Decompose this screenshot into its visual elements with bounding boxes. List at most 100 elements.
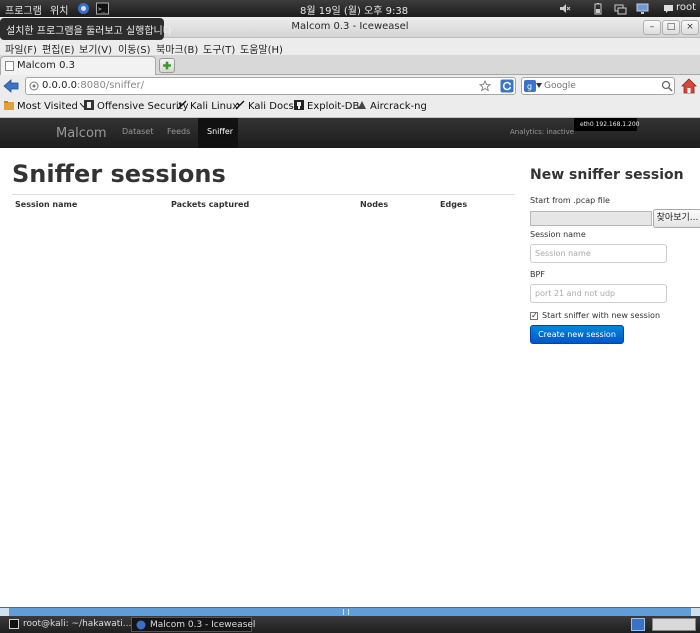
bookmark-label: Exploit-DB	[307, 101, 360, 112]
google-engine-icon[interactable]: g	[524, 80, 536, 92]
session-name-label: Session name	[530, 230, 586, 239]
column-edges[interactable]: Edges	[437, 195, 515, 209]
bookmark-kali-linux[interactable]: Kali Linux	[177, 100, 238, 112]
menu-view[interactable]: 보기(V)	[79, 41, 112, 56]
nav-dataset[interactable]: Dataset	[122, 127, 153, 136]
start-sniffer-checkbox[interactable]: ✓	[530, 312, 538, 320]
pcap-label: Start from .pcap file	[530, 196, 610, 205]
url-host: 0.0.0.0	[42, 80, 77, 91]
brand-link[interactable]: Malcom	[56, 126, 107, 141]
menu-go[interactable]: 이동(S)	[118, 41, 151, 56]
iceweasel-launcher-icon[interactable]	[77, 2, 90, 15]
terminal-launcher-icon[interactable]: >_	[96, 2, 109, 15]
browse-button[interactable]: 찾아보기...	[653, 209, 700, 228]
task-terminal[interactable]: root@kali: ~/hakawati...	[5, 617, 132, 632]
site-identity-icon[interactable]	[29, 81, 39, 91]
folder-icon	[4, 101, 14, 110]
session-name-input[interactable]	[530, 244, 667, 263]
search-icon[interactable]	[661, 80, 673, 92]
terminal-icon	[9, 619, 19, 629]
bookmarks-toolbar: Most Visited Offensive Security Kali Lin…	[0, 97, 700, 118]
new-session-title: New sniffer session	[530, 167, 684, 183]
tray-app-icon[interactable]	[631, 618, 645, 631]
home-icon[interactable]	[681, 78, 697, 94]
task-terminal-label: root@kali: ~/hakawati...	[23, 619, 132, 629]
network-icon[interactable]	[614, 2, 627, 15]
gnome-top-panel: 프로그램 위치 >_ 8월 19일 (월) 오후 9:38 root	[0, 0, 700, 17]
bpf-label: BPF	[530, 270, 545, 279]
bookmark-label: Kali Docs	[248, 101, 294, 112]
bottom-taskbar: root@kali: ~/hakawati... Malcom 0.3 - Ic…	[0, 616, 700, 633]
analytics-status: Analytics: inactive	[510, 128, 575, 136]
search-input[interactable]	[544, 79, 662, 93]
app-navbar: Malcom Dataset Feeds Sniffer Analytics: …	[0, 118, 700, 148]
task-browser[interactable]: Malcom 0.3 - Iceweasel	[131, 617, 256, 632]
url-path: :8080/sniffer/	[77, 80, 145, 91]
bookmark-label: Most Visited	[17, 101, 78, 112]
menu-help[interactable]: 도움말(H)	[240, 41, 283, 56]
iceweasel-icon	[136, 620, 146, 630]
tab-strip: Malcom 0.3	[0, 55, 700, 75]
horizontal-scrollbar[interactable]	[0, 607, 700, 616]
bpf-input[interactable]	[530, 284, 667, 303]
tab-malcom[interactable]: Malcom 0.3	[0, 56, 156, 75]
scroll-right-arrow-icon[interactable]	[691, 608, 700, 616]
engine-dropdown-icon[interactable]	[536, 83, 542, 88]
offensive-security-icon	[84, 100, 94, 110]
interface-badge: eth0 192.168.1.200	[574, 118, 639, 131]
menu-edit[interactable]: 편집(E)	[42, 41, 75, 56]
column-session-name[interactable]: Session name	[12, 195, 168, 209]
user-menu[interactable]: root	[676, 2, 696, 13]
nav-feeds[interactable]: Feeds	[167, 127, 190, 136]
task-browser-label: Malcom 0.3 - Iceweasel	[150, 620, 256, 630]
applications-menu[interactable]: 프로그램	[5, 2, 42, 17]
workspace-switcher[interactable]	[652, 618, 696, 631]
search-bar[interactable]: g	[521, 77, 675, 95]
menu-file[interactable]: 파일(F)	[5, 41, 37, 56]
bookmark-label: Kali Linux	[190, 101, 239, 112]
exploit-db-icon	[294, 100, 304, 110]
bookmark-exploit-db[interactable]: Exploit-DB	[294, 100, 359, 112]
menu-bar: 파일(F) 편집(E) 보기(V) 이동(S) 북마크(B) 도구(T) 도움말…	[0, 38, 700, 56]
close-button[interactable]: ×	[681, 20, 699, 35]
create-session-button[interactable]: Create new session	[530, 325, 624, 344]
new-tab-button[interactable]	[159, 58, 175, 73]
clock[interactable]: 8월 19일 (월) 오후 9:38	[300, 2, 408, 17]
scroll-grip[interactable]	[343, 609, 349, 615]
pcap-file-path[interactable]	[530, 211, 652, 226]
table-header-row: Session name Packets captured Nodes Edge…	[12, 195, 515, 209]
minimize-button[interactable]: –	[643, 20, 661, 35]
bookmark-most-visited[interactable]: Most Visited	[4, 100, 88, 112]
bookmark-label: Aircrack-ng	[370, 101, 427, 112]
column-packets-captured[interactable]: Packets captured	[168, 195, 357, 209]
menu-tools[interactable]: 도구(T)	[203, 41, 235, 56]
maximize-button[interactable]: □	[662, 20, 680, 35]
reload-icon[interactable]	[500, 79, 514, 93]
applications-tooltip: 설치한 프로그램을 둘러보고 실행합니다	[0, 18, 172, 40]
display-icon[interactable]	[636, 2, 649, 15]
places-menu[interactable]: 위치	[50, 2, 68, 17]
page-favicon-icon	[5, 61, 14, 71]
bookmark-star-icon[interactable]	[479, 80, 491, 92]
battery-icon[interactable]	[592, 2, 605, 15]
column-nodes[interactable]: Nodes	[357, 195, 437, 209]
url-bar[interactable]: 0.0.0.0:8080/sniffer/	[25, 77, 516, 95]
sessions-table: Session name Packets captured Nodes Edge…	[12, 194, 515, 209]
bookmark-aircrack-ng[interactable]: Aircrack-ng	[357, 100, 427, 112]
aircrack-icon	[358, 101, 366, 109]
scroll-left-arrow-icon[interactable]	[0, 608, 9, 616]
navigation-bar: 0.0.0.0:8080/sniffer/ g	[0, 75, 700, 97]
page-title: Sniffer sessions	[12, 160, 226, 188]
kali-dragon-icon	[235, 100, 245, 110]
volume-muted-icon[interactable]	[558, 2, 571, 15]
kali-dragon-icon	[177, 100, 187, 110]
back-arrow-icon[interactable]	[3, 78, 19, 94]
bookmark-offensive-security[interactable]: Offensive Security	[84, 100, 189, 112]
svg-text:g: g	[527, 82, 532, 91]
tab-label: Malcom 0.3	[17, 60, 75, 71]
bookmark-kali-docs[interactable]: Kali Docs	[235, 100, 294, 112]
user-chat-icon	[664, 5, 673, 13]
menu-bookmarks[interactable]: 북마크(B)	[156, 41, 198, 56]
nav-sniffer[interactable]: Sniffer	[207, 127, 233, 136]
bookmark-label: Offensive Security	[97, 101, 189, 112]
